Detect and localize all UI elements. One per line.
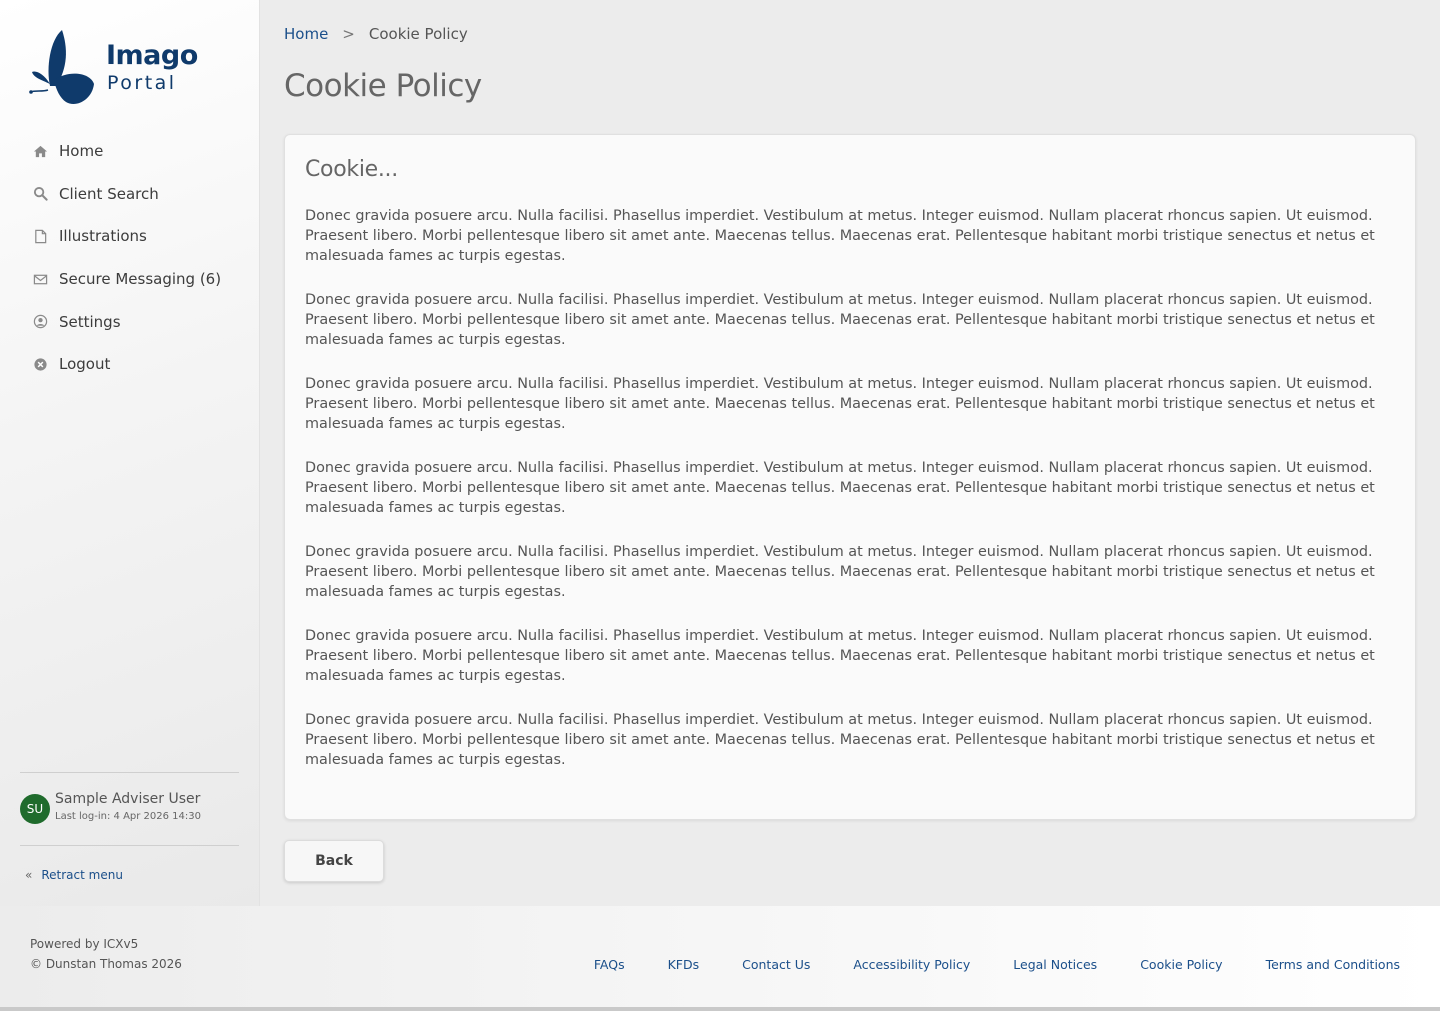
footer-links: FAQs KFDs Contact Us Accessibility Polic… xyxy=(594,957,1400,972)
footer-link-terms[interactable]: Terms and Conditions xyxy=(1266,957,1400,972)
retract-menu-label: Retract menu xyxy=(41,868,123,882)
double-chevron-left-icon: « xyxy=(25,868,33,882)
sidebar-item-label: Client Search xyxy=(59,184,159,203)
copyright: © Dunstan Thomas 2026 xyxy=(30,957,182,971)
sidebar-item-settings[interactable]: Settings xyxy=(0,300,260,343)
retract-menu-button[interactable]: « Retract menu xyxy=(25,868,123,882)
breadcrumb-current: Cookie Policy xyxy=(368,25,468,43)
footer-link-legal-notices[interactable]: Legal Notices xyxy=(1013,957,1097,972)
paragraph: Donec gravida posuere arcu. Nulla facili… xyxy=(305,628,1375,684)
powered-by: Powered by ICXv5 xyxy=(30,937,139,951)
last-login: Last log-in: 4 Apr 2026 14:30 xyxy=(55,811,201,822)
sidebar-item-client-search[interactable]: Client Search xyxy=(0,173,260,216)
avatar[interactable]: SU xyxy=(20,794,50,824)
envelope-icon xyxy=(32,271,48,287)
sidebar-item-label: Settings xyxy=(59,312,121,331)
logo[interactable]: Imago Portal xyxy=(28,28,198,108)
paragraph: Donec gravida posuere arcu. Nulla facili… xyxy=(305,292,1375,348)
close-circle-icon xyxy=(32,356,48,372)
sidebar-item-secure-messaging[interactable]: Secure Messaging (6) xyxy=(0,258,260,301)
footer-link-accessibility-policy[interactable]: Accessibility Policy xyxy=(853,957,970,972)
logo-name: Imago xyxy=(106,40,198,71)
logo-subname: Portal xyxy=(107,72,177,94)
home-icon xyxy=(32,143,48,159)
butterfly-icon xyxy=(29,30,94,104)
card-title: Cookie... xyxy=(305,157,398,182)
sidebar-item-home[interactable]: Home xyxy=(0,130,260,173)
footer-link-faqs[interactable]: FAQs xyxy=(594,957,625,972)
sidebar-item-logout[interactable]: Logout xyxy=(0,343,260,386)
divider xyxy=(20,845,239,846)
paragraph: Donec gravida posuere arcu. Nulla facili… xyxy=(305,460,1375,516)
page-title: Cookie Policy xyxy=(284,68,482,104)
footer-link-contact-us[interactable]: Contact Us xyxy=(742,957,810,972)
breadcrumb-home-link[interactable]: Home xyxy=(284,25,328,43)
divider xyxy=(20,772,239,773)
sidebar-item-label: Secure Messaging (6) xyxy=(59,270,222,289)
footer-link-cookie-policy[interactable]: Cookie Policy xyxy=(1140,957,1222,972)
sidebar: Imago Portal Home Client Search Illustra… xyxy=(0,0,260,906)
sidebar-item-illustrations[interactable]: Illustrations xyxy=(0,215,260,258)
user-circle-icon xyxy=(32,314,48,330)
sidebar-item-label: Logout xyxy=(59,355,111,374)
breadcrumb: Home > Cookie Policy xyxy=(284,25,468,43)
sidebar-item-label: Illustrations xyxy=(59,227,147,246)
divider xyxy=(0,1007,1440,1011)
paragraph: Donec gravida posuere arcu. Nulla facili… xyxy=(305,376,1375,432)
document-icon xyxy=(32,228,48,244)
paragraph: Donec gravida posuere arcu. Nulla facili… xyxy=(305,544,1375,600)
breadcrumb-separator: > xyxy=(342,25,355,43)
search-icon xyxy=(32,186,48,202)
user-name: Sample Adviser User xyxy=(55,791,201,807)
sidebar-item-label: Home xyxy=(59,142,104,161)
footer: Powered by ICXv5 © Dunstan Thomas 2026 F… xyxy=(0,906,1440,1007)
paragraph: Donec gravida posuere arcu. Nulla facili… xyxy=(305,712,1375,768)
paragraph: Donec gravida posuere arcu. Nulla facili… xyxy=(305,208,1375,264)
back-button[interactable]: Back xyxy=(284,840,384,882)
content-card: Cookie... Donec gravida posuere arcu. Nu… xyxy=(284,134,1416,820)
footer-link-kfds[interactable]: KFDs xyxy=(668,957,700,972)
sidebar-nav: Home Client Search Illustrations Secure … xyxy=(0,130,260,386)
